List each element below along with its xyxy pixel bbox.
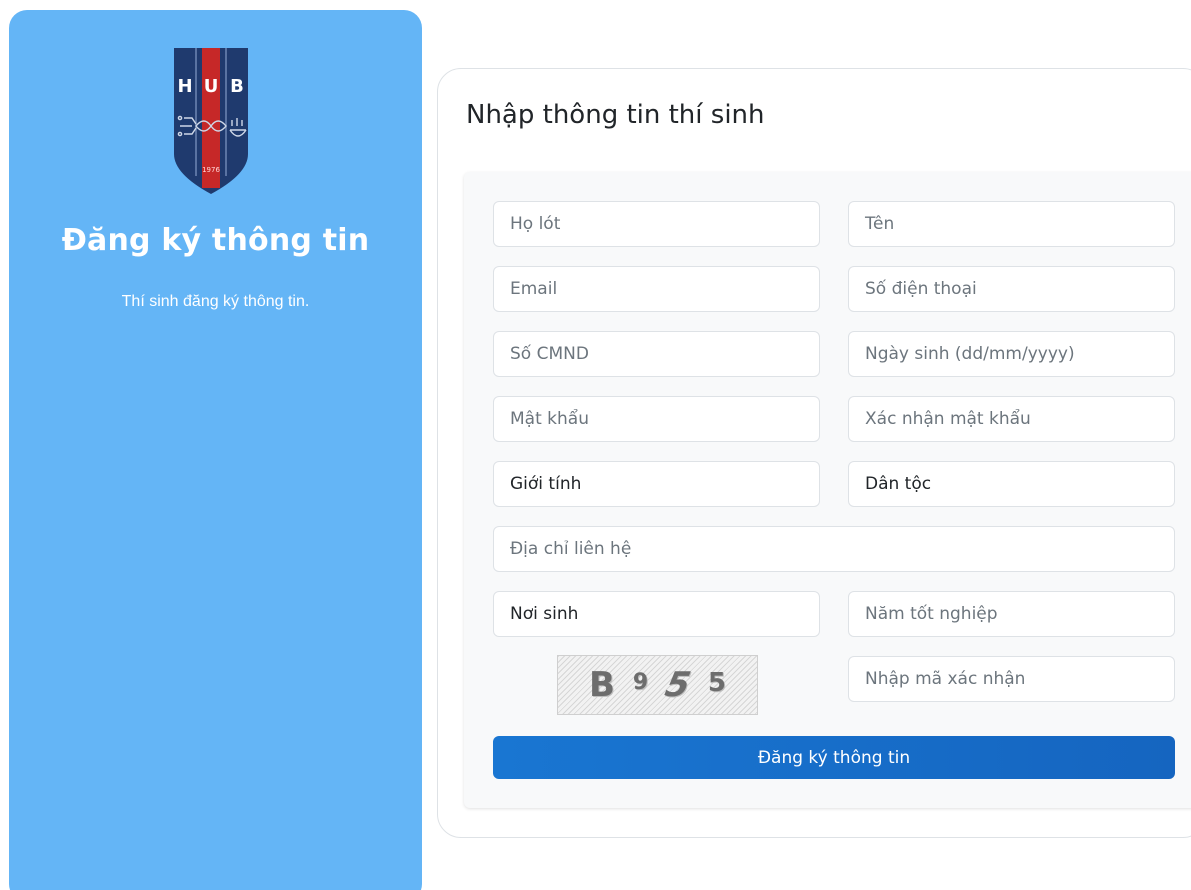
ho-lot-input[interactable]: Họ lót (493, 201, 820, 247)
submit-button[interactable]: Đăng ký thông tin (493, 736, 1175, 779)
captcha-input[interactable]: Nhập mã xác nhận (848, 656, 1175, 702)
sidebar-title: Đăng ký thông tin (61, 223, 370, 258)
ethnicity-select[interactable]: Dân tộc (848, 461, 1175, 507)
captcha-image: B 9 5 5 (557, 655, 758, 715)
gender-select[interactable]: Giới tính (493, 461, 820, 507)
graduation-year-input[interactable]: Năm tốt nghiệp (848, 591, 1175, 637)
logo-letter-b: B (230, 76, 244, 97)
form-title: Nhập thông tin thí sinh (466, 100, 765, 130)
cmnd-input[interactable]: Số CMND (493, 331, 820, 377)
password-input[interactable]: Mật khẩu (493, 396, 820, 442)
sidebar-panel: H U B 1976 Đăng ký thông tin Thí sinh đă… (9, 10, 422, 890)
sidebar-subtitle: Thí sinh đăng ký thông tin. (121, 293, 310, 310)
logo-letter-u: U (204, 76, 219, 97)
captcha-char: 5 (661, 665, 695, 705)
hub-logo: H U B 1976 (174, 48, 248, 194)
logo-letter-h: H (177, 76, 192, 97)
phone-input[interactable]: Số điện thoại (848, 266, 1175, 312)
ten-input[interactable]: Tên (848, 201, 1175, 247)
birthdate-input[interactable]: Ngày sinh (dd/mm/yyyy) (848, 331, 1175, 377)
email-input[interactable]: Email (493, 266, 820, 312)
logo-year: 1976 (202, 166, 220, 174)
captcha-char: 9 (632, 669, 649, 695)
birthplace-select[interactable]: Nơi sinh (493, 591, 820, 637)
captcha-char: 5 (707, 668, 726, 698)
captcha-char: B (589, 665, 615, 705)
address-input[interactable]: Địa chỉ liên hệ (493, 526, 1175, 572)
confirm-password-input[interactable]: Xác nhận mật khẩu (848, 396, 1175, 442)
